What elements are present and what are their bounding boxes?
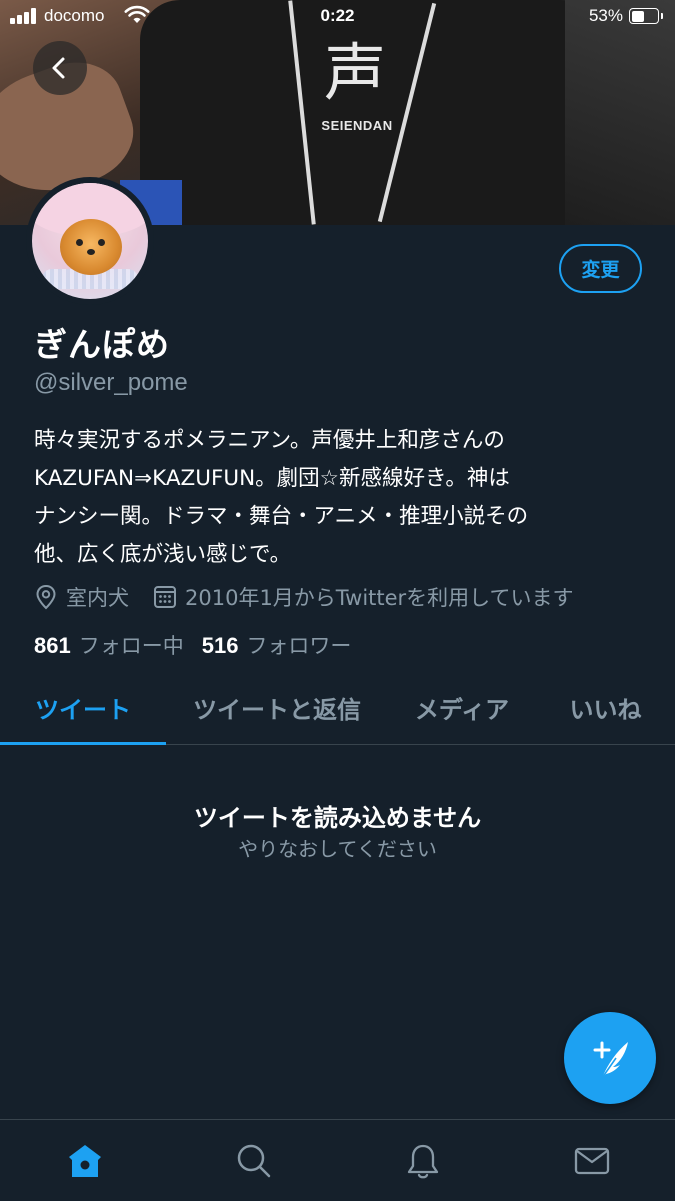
profile-meta: 室内犬 2010年1月からTwitterを利用しています — [34, 580, 574, 614]
battery-percent: 53% — [588, 6, 623, 25]
compose-tweet-button[interactable] — [564, 1012, 656, 1104]
followers-count: 516 — [201, 633, 239, 658]
tab-tweets-replies[interactable]: ツイートと返信 — [166, 670, 388, 744]
followers-label: フォロワー — [246, 634, 352, 658]
active-tab-indicator — [0, 742, 166, 745]
follow-stats: 861 フォロー中 516 フォロワー — [34, 630, 351, 660]
join-date: 2010年1月からTwitterを利用しています — [153, 582, 574, 612]
bio-line: 時々実況するポメラニアン。声優井上和彦さんの — [34, 428, 505, 453]
back-button[interactable] — [33, 41, 87, 95]
empty-state-title: ツイートを読み込めません — [193, 804, 482, 832]
profile-bio: 時々実況するポメラニアン。声優井上和彦さんの KAZUFAN⇒KAZUFUN。劇… — [34, 422, 644, 574]
location: 室内犬 — [34, 582, 129, 612]
location-text: 室内犬 — [66, 586, 129, 610]
bell-icon — [407, 1144, 439, 1179]
bottom-navigation — [0, 1119, 675, 1201]
nav-home[interactable] — [0, 1120, 168, 1201]
status-bar: docomo 0:22 53% — [0, 0, 675, 34]
empty-state-subtitle[interactable]: やりなおしてください — [0, 833, 675, 862]
battery-icon — [629, 8, 663, 24]
avatar-image — [32, 183, 148, 299]
screen-name: @silver_pome — [34, 369, 188, 396]
bio-line: KAZUFAN⇒KAZUFUN。劇団☆新感線好き。神は — [34, 466, 510, 491]
calendar-icon — [154, 586, 176, 608]
nav-search[interactable] — [169, 1120, 337, 1201]
display-name: ぎんぽめ — [34, 325, 170, 364]
following-link[interactable]: 861 フォロー中 — [34, 630, 184, 660]
chevron-left-icon — [52, 57, 65, 79]
followers-link[interactable]: 516 フォロワー — [202, 630, 352, 660]
mail-icon — [574, 1147, 610, 1175]
shirt-logo-kanji: 声 — [323, 36, 386, 109]
search-icon — [237, 1144, 271, 1178]
following-count: 861 — [34, 633, 71, 658]
nav-notifications[interactable] — [338, 1120, 506, 1201]
shirt-logo-text: SEIENDAN — [321, 118, 393, 133]
tab-media[interactable]: メディア — [388, 670, 536, 744]
nav-messages[interactable] — [507, 1120, 675, 1201]
location-pin-icon — [36, 584, 56, 610]
compose-tweet-icon — [593, 1041, 628, 1079]
home-icon — [69, 1145, 101, 1177]
profile-tabs: ツイート ツイートと返信 メディア いいね — [0, 670, 675, 745]
avatar[interactable] — [26, 177, 154, 305]
bio-line: ナンシー関。ドラマ・舞台・アニメ・推理小説その — [34, 504, 529, 529]
tab-tweets[interactable]: ツイート — [0, 670, 166, 744]
following-label: フォロー中 — [78, 634, 184, 658]
join-date-text: 2010年1月からTwitterを利用しています — [185, 586, 574, 610]
status-time: 0:22 — [320, 6, 355, 25]
edit-profile-button[interactable]: 変更 — [559, 244, 642, 293]
bio-line: 他、広く底が浅い感じで。 — [34, 542, 292, 567]
tab-likes[interactable]: いいね — [536, 670, 675, 744]
